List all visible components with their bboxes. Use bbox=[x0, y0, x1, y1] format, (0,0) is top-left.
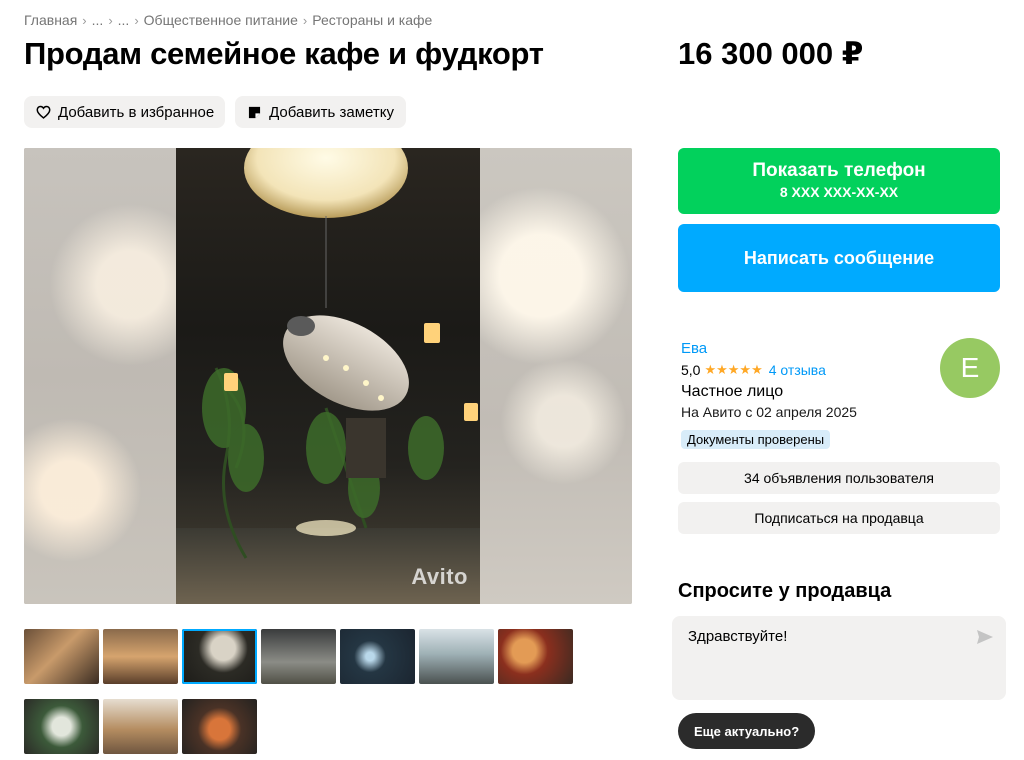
breadcrumb-subcategory[interactable]: Рестораны и кафе bbox=[312, 12, 432, 28]
thumbnail[interactable] bbox=[24, 629, 99, 684]
gallery-blur-right bbox=[480, 148, 632, 604]
favorites-label: Добавить в избранное bbox=[58, 103, 215, 121]
chevron-right-icon: › bbox=[82, 12, 87, 28]
ask-seller-title: Спросите у продавца bbox=[678, 580, 892, 602]
price: 16 300 000 ₽ bbox=[678, 36, 864, 71]
thumbnail[interactable] bbox=[103, 629, 178, 684]
send-icon[interactable] bbox=[976, 628, 994, 646]
thumbnail[interactable] bbox=[419, 629, 494, 684]
avatar[interactable]: Е bbox=[940, 338, 1000, 398]
message-input[interactable]: Здравствуйте! bbox=[672, 616, 1006, 700]
breadcrumb: Главная › ... › ... › Общественное питан… bbox=[24, 12, 432, 28]
breadcrumb-home[interactable]: Главная bbox=[24, 12, 77, 28]
star-rating-icon: ★★★★★ bbox=[704, 362, 763, 377]
thumbnail[interactable] bbox=[498, 629, 573, 684]
add-note-button[interactable]: Добавить заметку bbox=[235, 96, 406, 128]
documents-verified-badge: Документы проверены bbox=[681, 430, 831, 449]
seller-name[interactable]: Ева bbox=[681, 340, 707, 357]
heart-icon bbox=[36, 104, 51, 120]
thumbnail[interactable] bbox=[261, 629, 336, 684]
page-title: Продам семейное кафе и фудкорт bbox=[24, 36, 544, 71]
thumbnail[interactable] bbox=[340, 629, 415, 684]
seller-since: На Авито с 02 апреля 2025 bbox=[681, 404, 857, 420]
chevron-right-icon: › bbox=[134, 12, 139, 28]
quick-reply-button[interactable]: Еще актуально? bbox=[678, 713, 816, 749]
reviews-link[interactable]: 4 отзыва bbox=[769, 362, 826, 378]
breadcrumb-category[interactable]: Общественное питание bbox=[144, 12, 298, 28]
note-icon bbox=[247, 104, 262, 120]
breadcrumb-item[interactable]: ... bbox=[92, 12, 104, 28]
seller-rating: 5,0 ★★★★★ 4 отзыва bbox=[681, 362, 826, 378]
show-phone-label: Показать телефон bbox=[752, 160, 926, 181]
write-message-button[interactable]: Написать сообщение bbox=[678, 224, 1000, 292]
subscribe-seller-button[interactable]: Подписаться на продавца bbox=[678, 502, 1000, 534]
gallery-blur-left bbox=[24, 148, 176, 604]
message-text: Здравствуйте! bbox=[688, 628, 788, 645]
thumbnail-active[interactable] bbox=[182, 629, 257, 684]
rating-value: 5,0 bbox=[681, 362, 701, 378]
show-phone-button[interactable]: Показать телефон 8 XXX XXX-XX-XX bbox=[678, 148, 1000, 214]
add-to-favorites-button[interactable]: Добавить в избранное bbox=[24, 96, 225, 128]
thumbnail[interactable] bbox=[182, 699, 257, 754]
seller-type: Частное лицо bbox=[681, 383, 784, 400]
thumbnail[interactable] bbox=[24, 699, 99, 754]
phone-mask: 8 XXX XXX-XX-XX bbox=[779, 184, 899, 200]
thumbnail[interactable] bbox=[103, 699, 178, 754]
chevron-right-icon: › bbox=[302, 12, 308, 28]
seller-listings-button[interactable]: 34 объявления пользователя bbox=[678, 462, 1000, 494]
photo-gallery[interactable]: Avito bbox=[24, 148, 632, 604]
breadcrumb-item[interactable]: ... bbox=[118, 12, 130, 28]
note-label: Добавить заметку bbox=[269, 103, 394, 121]
chevron-right-icon: › bbox=[108, 12, 113, 28]
avito-watermark: Avito bbox=[411, 564, 468, 589]
main-photo[interactable]: Avito bbox=[176, 148, 480, 604]
